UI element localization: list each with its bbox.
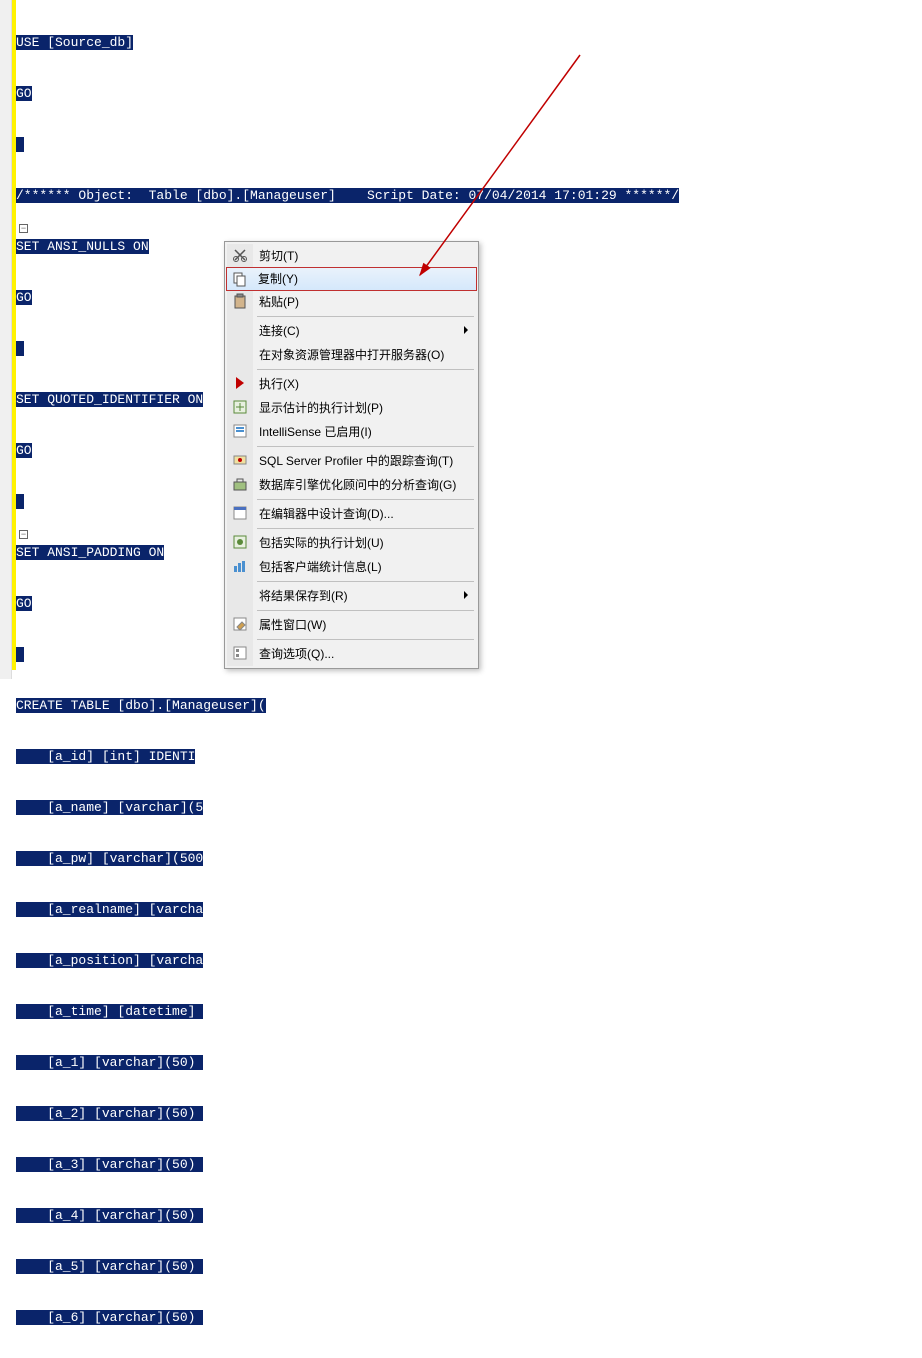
code-text: CREATE TABLE [dbo].[Manageuser]( [16,698,266,713]
menu-item-8[interactable]: 显示估计的执行计划(P) [227,396,476,420]
submenu-arrow-icon [464,326,468,334]
code-text: [a_1] [varchar](50) [16,1055,203,1070]
menu-item-label: 粘贴(P) [259,295,299,309]
code-text: [a_2] [varchar](50) [16,1106,203,1121]
code-text: [a_4] [varchar](50) [16,1208,203,1223]
menu-item-0[interactable]: 剪切(T) [227,244,476,268]
menu-item-label: 剪切(T) [259,249,298,263]
editor-gutter [0,0,12,679]
code-text: [a_time] [datetime] [16,1004,203,1019]
client-stats-icon [232,558,248,574]
advisor-icon [232,476,248,492]
copy-icon [232,271,248,287]
execute-icon [232,375,248,391]
menu-item-9[interactable]: IntelliSense 已启用(I) [227,420,476,444]
submenu-arrow-icon [464,591,468,599]
menu-item-label: 属性窗口(W) [259,618,326,632]
menu-item-4[interactable]: 连接(C) [227,319,476,343]
menu-item-17[interactable]: 包括客户端统计信息(L) [227,555,476,579]
code-text: SET ANSI_NULLS ON [16,239,149,254]
menu-item-label: SQL Server Profiler 中的跟踪查询(T) [259,454,453,468]
code-text: [a_5] [varchar](50) [16,1259,203,1274]
code-text: SET QUOTED_IDENTIFIER ON [16,392,203,407]
code-text: [a_name] [varchar](5 [16,800,203,815]
menu-item-5[interactable]: 在对象资源管理器中打开服务器(O) [227,343,476,367]
profiler-icon [232,452,248,468]
menu-item-16[interactable]: 包括实际的执行计划(U) [227,531,476,555]
code-text: /****** Object: Table [dbo].[Manageuser]… [16,188,679,203]
menu-separator [257,528,474,529]
cut-icon [232,247,248,263]
menu-item-12[interactable]: 数据库引擎优化顾问中的分析查询(G) [227,473,476,497]
menu-separator [257,369,474,370]
menu-item-label: 在编辑器中设计查询(D)... [259,507,394,521]
menu-item-23[interactable]: 查询选项(Q)... [227,642,476,666]
menu-separator [257,499,474,500]
code-text: GO [16,443,32,458]
intellisense-icon [232,423,248,439]
code-text: [a_3] [varchar](50) [16,1157,203,1172]
code-text: GO [16,290,32,305]
menu-item-2[interactable]: 粘贴(P) [227,290,476,314]
menu-item-label: IntelliSense 已启用(I) [259,425,372,439]
design-icon [232,505,248,521]
menu-item-label: 将结果保存到(R) [259,589,348,603]
menu-item-label: 查询选项(Q)... [259,647,334,661]
menu-separator [257,639,474,640]
code-text: [a_6] [varchar](50) [16,1310,203,1325]
menu-item-label: 在对象资源管理器中打开服务器(O) [259,348,444,362]
code-text: [a_id] [int] IDENTI [16,749,195,764]
menu-item-19[interactable]: 将结果保存到(R) [227,584,476,608]
menu-item-label: 复制(Y) [258,272,298,286]
menu-item-label: 数据库引擎优化顾问中的分析查询(G) [259,478,456,492]
plan-icon [232,399,248,415]
context-menu: 剪切(T) 复制(Y) 粘贴(P) 连接(C) 在对象资源管理器中打开服务器(O) 执行(… [224,241,479,669]
paste-icon [232,293,248,309]
menu-item-label: 包括实际的执行计划(U) [259,536,384,550]
menu-separator [257,446,474,447]
menu-separator [257,316,474,317]
code-text: USE [Source_db] [16,35,133,50]
menu-item-14[interactable]: 在编辑器中设计查询(D)... [227,502,476,526]
code-text: [a_pw] [varchar](500 [16,851,203,866]
properties-icon [232,616,248,632]
menu-item-label: 执行(X) [259,377,299,391]
menu-separator [257,581,474,582]
menu-item-1[interactable]: 复制(Y) [226,267,477,291]
code-text: GO [16,596,32,611]
code-text: [a_position] [varcha [16,953,203,968]
code-text: SET ANSI_PADDING ON [16,545,164,560]
menu-item-label: 连接(C) [259,324,300,338]
menu-item-7[interactable]: 执行(X) [227,372,476,396]
menu-item-label: 包括客户端统计信息(L) [259,560,382,574]
menu-separator [257,610,474,611]
code-text: GO [16,86,32,101]
collapse-toggle-icon[interactable]: − [19,224,28,233]
code-text: [a_realname] [varcha [16,902,203,917]
menu-item-11[interactable]: SQL Server Profiler 中的跟踪查询(T) [227,449,476,473]
options-icon [232,645,248,661]
collapse-toggle-icon[interactable]: − [19,530,28,539]
menu-item-21[interactable]: 属性窗口(W) [227,613,476,637]
actual-plan-icon [232,534,248,550]
menu-item-label: 显示估计的执行计划(P) [259,401,383,415]
